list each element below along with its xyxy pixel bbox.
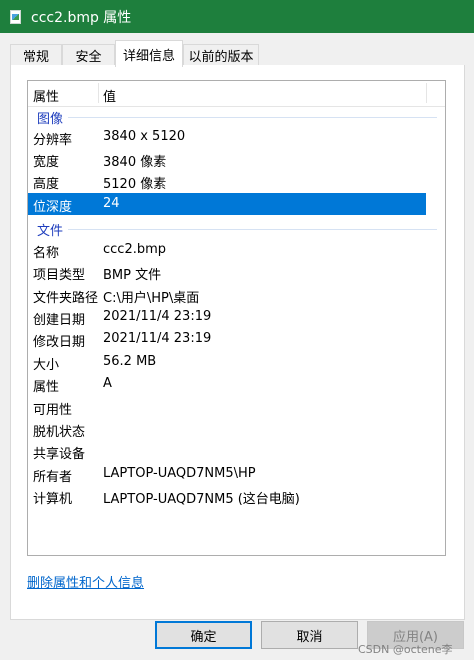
column-divider[interactable] [426, 83, 427, 103]
list-row-width[interactable]: 宽度 3840 像素 [28, 148, 426, 170]
list-row-computer[interactable]: 计算机 LAPTOP-UAQD7NM5 (这台电脑) [28, 485, 426, 507]
bitmap-file-icon [8, 9, 24, 25]
property-value: 5120 像素 [103, 177, 167, 192]
list-row-owner[interactable]: 所有者 LAPTOP-UAQD7NM5\HP [28, 463, 426, 485]
property-value: ccc2.bmp [103, 242, 167, 257]
property-name: 所有者 [33, 470, 73, 485]
title-bar[interactable]: ccc2.bmp 属性 [0, 0, 474, 33]
group-label: 文件 [37, 224, 64, 239]
list-row-availability[interactable]: 可用性 [28, 396, 426, 418]
list-row-resolution[interactable]: 分辨率 3840 x 5120 [28, 126, 426, 148]
column-divider[interactable] [98, 83, 99, 103]
cancel-button[interactable]: 取消 [261, 621, 358, 649]
property-name: 高度 [33, 177, 60, 192]
property-value: 2021/11/4 23:19 [103, 331, 212, 346]
watermark-text: CSDN @octene李 [358, 643, 453, 656]
property-value: LAPTOP-UAQD7NM5\HP [103, 466, 256, 481]
property-value: 56.2 MB [103, 354, 157, 369]
list-row-bit-depth[interactable]: 位深度 24 [28, 193, 426, 215]
list-row-date-created[interactable]: 创建日期 2021/11/4 23:19 [28, 306, 426, 328]
list-row-item-type[interactable]: 项目类型 BMP 文件 [28, 261, 426, 283]
property-name: 脱机状态 [33, 425, 86, 440]
group-divider [68, 117, 437, 118]
property-name: 宽度 [33, 155, 60, 170]
list-row-size[interactable]: 大小 56.2 MB [28, 351, 426, 373]
list-row-folder-path[interactable]: 文件夹路径 C:\用户\HP\桌面 [28, 284, 426, 306]
list-header: 属性 值 [28, 81, 445, 107]
property-name: 名称 [33, 246, 60, 261]
group-divider [68, 229, 437, 230]
tab-security[interactable]: 安全 [62, 44, 115, 66]
list-row-height[interactable]: 高度 5120 像素 [28, 170, 426, 192]
property-name: 计算机 [33, 492, 73, 507]
property-name: 大小 [33, 358, 60, 373]
property-name: 属性 [33, 380, 60, 395]
remove-properties-link[interactable]: 删除属性和个人信息 [27, 572, 144, 591]
property-name: 可用性 [33, 403, 73, 418]
group-header-image: 图像 [28, 107, 445, 127]
tab-label: 安全 [75, 50, 102, 65]
property-name: 创建日期 [33, 313, 86, 328]
list-row-offline-status[interactable]: 脱机状态 [28, 418, 426, 440]
tab-details[interactable]: 详细信息 [115, 40, 183, 67]
property-value: C:\用户\HP\桌面 [103, 291, 200, 306]
property-value: A [103, 376, 112, 391]
property-value: 3840 x 5120 [103, 129, 186, 144]
property-value: LAPTOP-UAQD7NM5 (这台电脑) [103, 492, 300, 507]
tab-general[interactable]: 常规 [10, 44, 62, 66]
property-name: 文件夹路径 [33, 291, 99, 306]
property-name: 修改日期 [33, 335, 86, 350]
list-row-shared-with[interactable]: 共享设备 [28, 440, 426, 462]
list-row-name[interactable]: 名称 ccc2.bmp [28, 239, 426, 261]
tab-label: 常规 [22, 50, 49, 65]
tab-strip: 常规 安全 详细信息 以前的版本 [10, 40, 465, 67]
ok-button[interactable]: 确定 [155, 621, 252, 649]
list-row-attributes[interactable]: 属性 A [28, 373, 426, 395]
property-value: BMP 文件 [103, 268, 162, 283]
property-value: 24 [103, 196, 120, 211]
group-header-file: 文件 [28, 219, 445, 239]
column-header-value[interactable]: 值 [103, 86, 116, 105]
property-name: 共享设备 [33, 447, 86, 462]
tab-previous-versions[interactable]: 以前的版本 [183, 44, 259, 66]
tab-label: 以前的版本 [188, 50, 254, 65]
property-value: 2021/11/4 23:19 [103, 309, 212, 324]
tab-label: 详细信息 [122, 48, 175, 64]
group-label: 图像 [37, 112, 64, 127]
list-row-date-modified[interactable]: 修改日期 2021/11/4 23:19 [28, 328, 426, 350]
column-header-property[interactable]: 属性 [33, 86, 59, 105]
property-name: 位深度 [33, 200, 73, 215]
window-title: ccc2.bmp 属性 [31, 9, 132, 26]
property-name: 分辨率 [33, 133, 73, 148]
property-value: 3840 像素 [103, 155, 167, 170]
property-list[interactable]: 属性 值 图像 分辨率 3840 x 5120 宽度 3840 像素 高度 51… [27, 80, 446, 556]
property-name: 项目类型 [33, 268, 86, 283]
